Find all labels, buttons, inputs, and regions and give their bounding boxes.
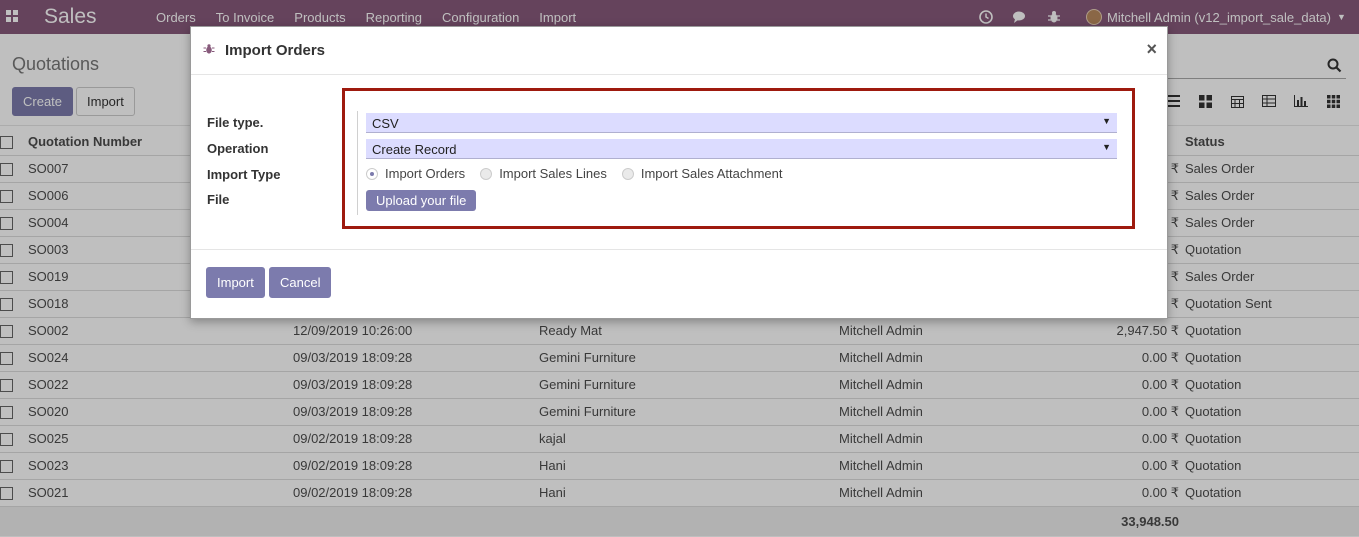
file-type-value: CSV [372,116,399,131]
divider [357,111,358,215]
radio-import-orders[interactable]: Import Orders [366,166,465,181]
chevron-down-icon: ▼ [1102,116,1111,126]
upload-file-button[interactable]: Upload your file [366,190,477,211]
radio-button[interactable] [480,167,493,180]
radio-import-sales-attachment[interactable]: Import Sales Attachment [621,166,783,181]
import-type-label: Import Type [207,167,281,182]
bug-icon [203,43,215,58]
file-label: File [207,192,230,207]
import-type-radio-group: Import Orders Import Sales Lines Import … [366,166,797,181]
close-icon[interactable]: × [1146,39,1157,60]
radio-button[interactable] [621,167,634,180]
import-orders-dialog: Import Orders × File type. CSV ▼ Operati… [190,26,1168,319]
dialog-footer: Import Cancel [191,249,1167,319]
operation-select[interactable]: Create Record ▼ [366,139,1117,159]
file-type-select[interactable]: CSV ▼ [366,113,1117,133]
dialog-header: Import Orders × [191,27,1167,75]
chevron-down-icon: ▼ [1102,142,1111,152]
radio-label: Import Sales Lines [499,166,607,181]
operation-label: Operation [207,141,269,156]
import-submit-button[interactable]: Import [206,267,265,298]
radio-label: Import Orders [385,166,466,181]
cancel-button[interactable]: Cancel [269,267,332,298]
radio-import-sales-lines[interactable]: Import Sales Lines [480,166,607,181]
file-type-label: File type. [207,115,264,130]
radio-button-selected[interactable] [366,167,378,180]
dialog-title: Import Orders [225,42,326,59]
operation-value: Create Record [372,142,457,157]
radio-label: Import Sales Attachment [640,166,783,181]
